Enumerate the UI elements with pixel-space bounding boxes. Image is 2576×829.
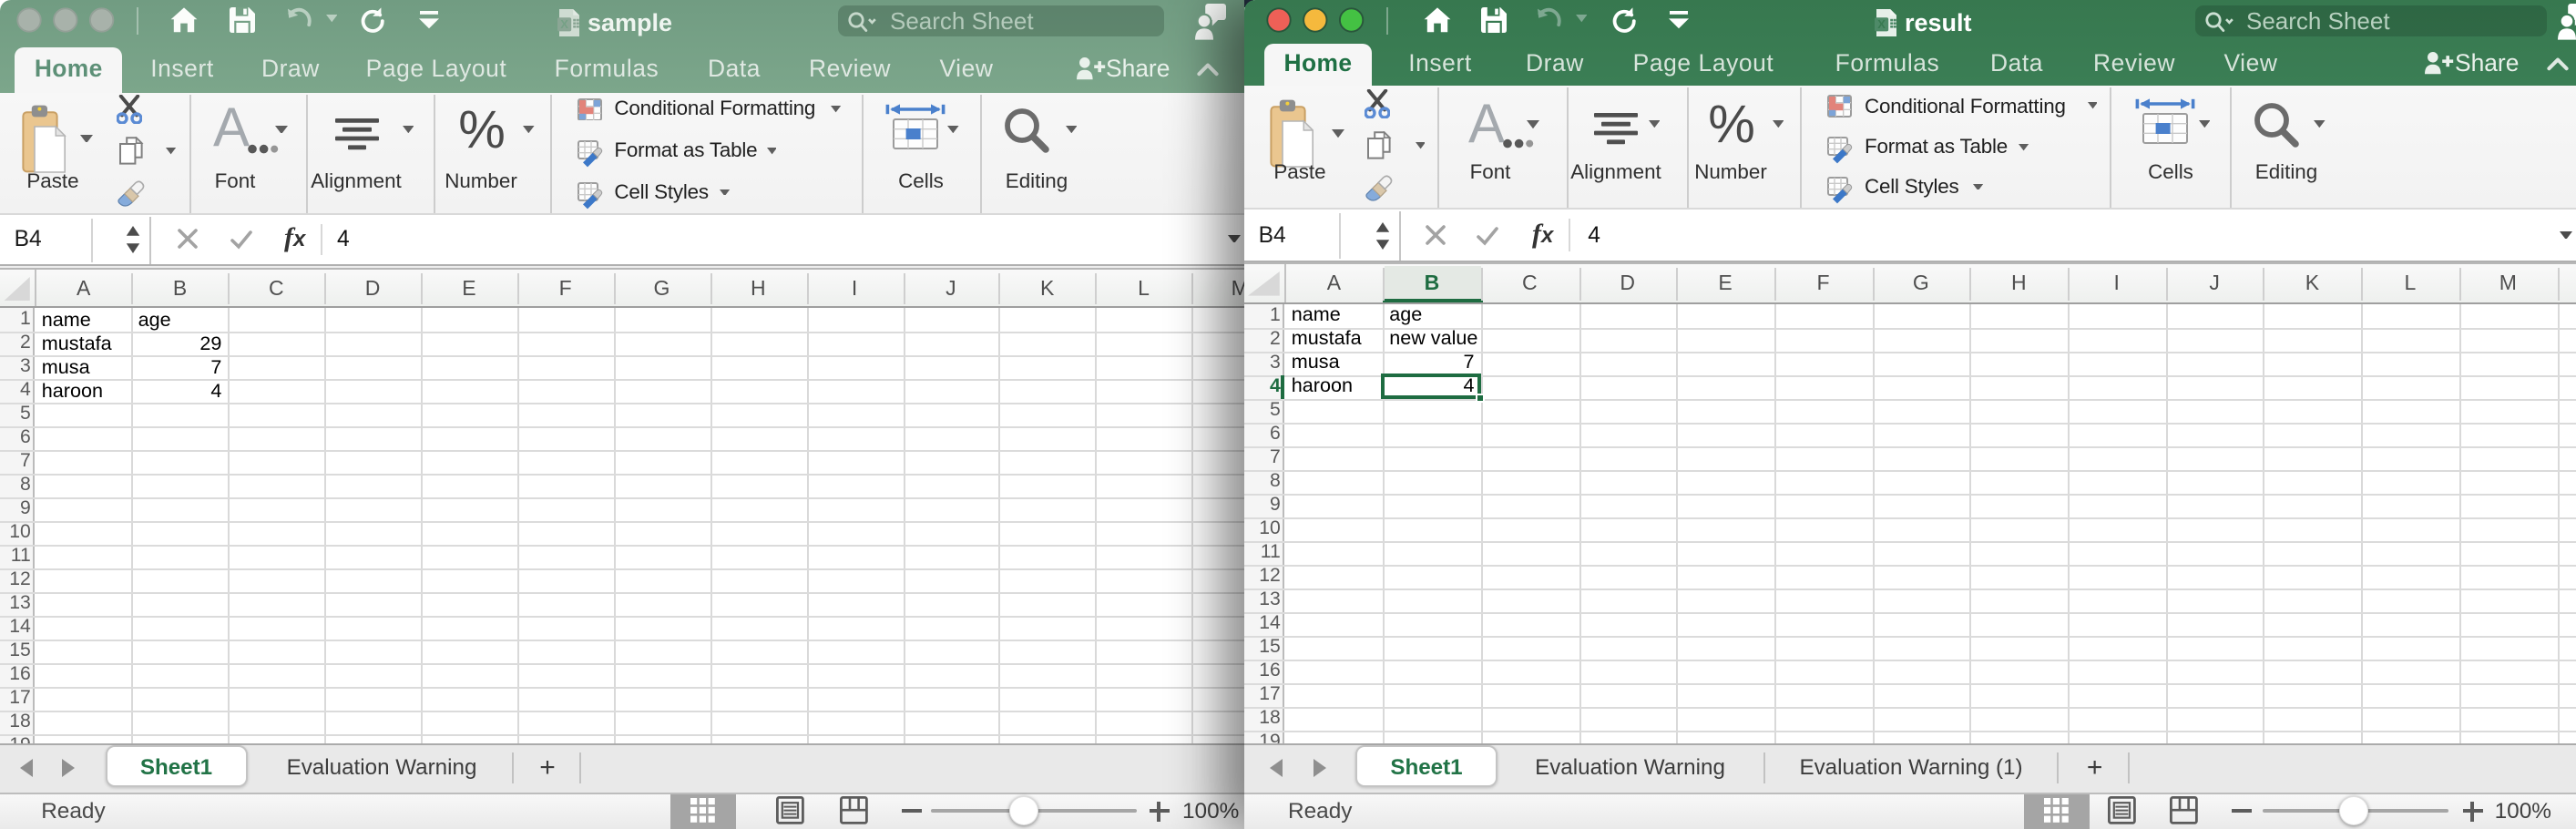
svg-text:X: X xyxy=(1877,18,1886,32)
svg-text:X: X xyxy=(560,18,568,32)
